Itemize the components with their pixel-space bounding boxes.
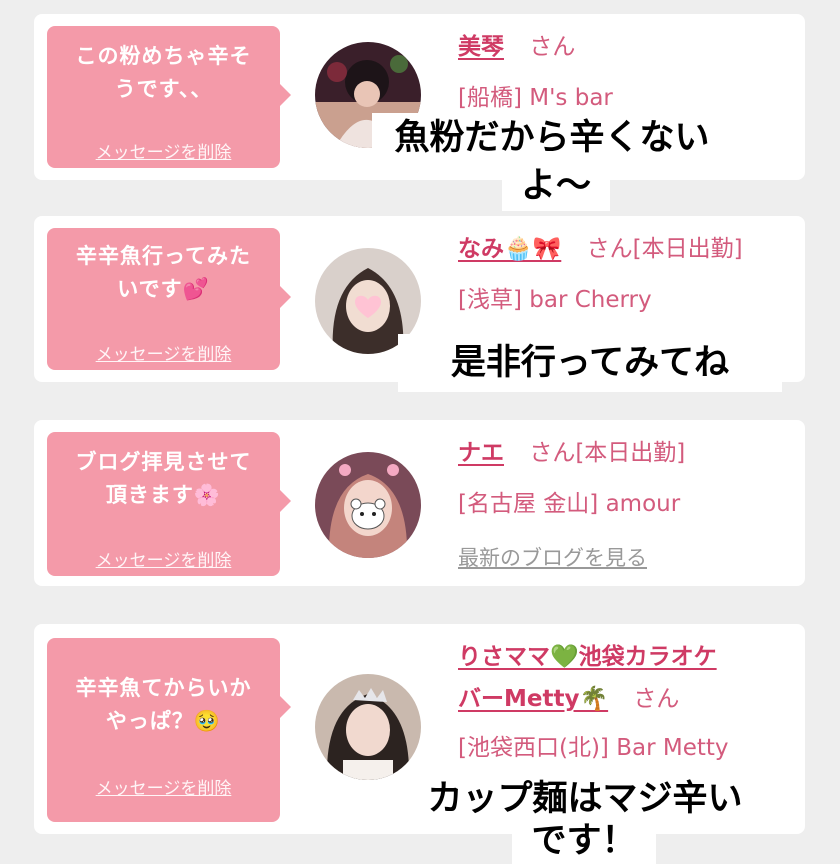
sender-name-line: ナエ さん[本日出勤] bbox=[458, 436, 685, 470]
sender-name-link[interactable]: なみ🧁🎀 bbox=[458, 236, 561, 262]
sender-name-link[interactable]: 美琴 bbox=[458, 34, 504, 60]
sender-name-link[interactable]: りさママ💚池袋カラオケ bbox=[458, 644, 717, 670]
shop-label: [池袋西口(北)] Bar Metty bbox=[458, 735, 729, 761]
message-text: この粉めちゃ辛そ うです、、 bbox=[75, 44, 252, 101]
sender-name-link[interactable]: バーMetty🌴 bbox=[458, 686, 608, 712]
delete-message-link[interactable]: メッセージを削除 bbox=[47, 138, 280, 163]
name-suffix: さん bbox=[633, 686, 680, 712]
sender-name-line: 美琴 さん bbox=[458, 30, 575, 64]
name-suffix: さん[本日出勤] bbox=[529, 440, 686, 466]
message-bubble: ブログ拝見させて 頂きます🌸 メッセージを削除 bbox=[47, 432, 291, 576]
delete-message-link[interactable]: メッセージを削除 bbox=[47, 340, 280, 365]
reply-caption: です！ bbox=[512, 818, 656, 864]
message-bubble: 辛辛魚てからいか やっぱ？🥹 メッセージを削除 bbox=[47, 638, 291, 822]
reply-caption: 是非行ってみてね bbox=[398, 334, 782, 392]
sender-name-link[interactable]: ナエ bbox=[458, 440, 504, 466]
name-suffix: さん bbox=[529, 34, 576, 60]
shop-label: [浅草] bar Cherry bbox=[458, 287, 652, 313]
delete-message-link[interactable]: メッセージを削除 bbox=[47, 546, 280, 571]
sender-name-line-1: りさママ💚池袋カラオケ bbox=[458, 640, 717, 674]
message-bubble: 辛辛魚行ってみた いです💕 メッセージを削除 bbox=[47, 228, 291, 370]
name-suffix: さん[本日出勤] bbox=[586, 236, 743, 262]
message-text: 辛辛魚行ってみた いです💕 bbox=[76, 244, 251, 301]
message-text: 辛辛魚てからいか やっぱ？🥹 bbox=[75, 676, 252, 733]
message-text: ブログ拝見させて 頂きます🌸 bbox=[75, 450, 252, 507]
shop-label: [名古屋 金山] amour bbox=[458, 491, 681, 517]
sender-name-line: なみ🧁🎀 さん[本日出勤] bbox=[458, 232, 743, 266]
delete-message-link[interactable]: メッセージを削除 bbox=[47, 774, 280, 799]
message-card: ブログ拝見させて 頂きます🌸 メッセージを削除 ナエ さん[本日出勤] [名古屋… bbox=[34, 420, 805, 586]
shop-label: [船橋] M's bar bbox=[458, 85, 613, 111]
latest-blog-link[interactable]: 最新のブログを見る bbox=[458, 542, 647, 572]
avatar[interactable] bbox=[315, 674, 421, 780]
reply-caption: よ〜 bbox=[502, 163, 610, 211]
avatar[interactable] bbox=[315, 452, 421, 558]
message-bubble: この粉めちゃ辛そ うです、、 メッセージを削除 bbox=[47, 26, 291, 168]
sender-name-line-2: バーMetty🌴 さん bbox=[458, 682, 679, 716]
reply-caption: カップ麺はマジ辛い bbox=[405, 774, 765, 824]
reply-caption: 魚粉だから辛くない bbox=[372, 113, 732, 163]
